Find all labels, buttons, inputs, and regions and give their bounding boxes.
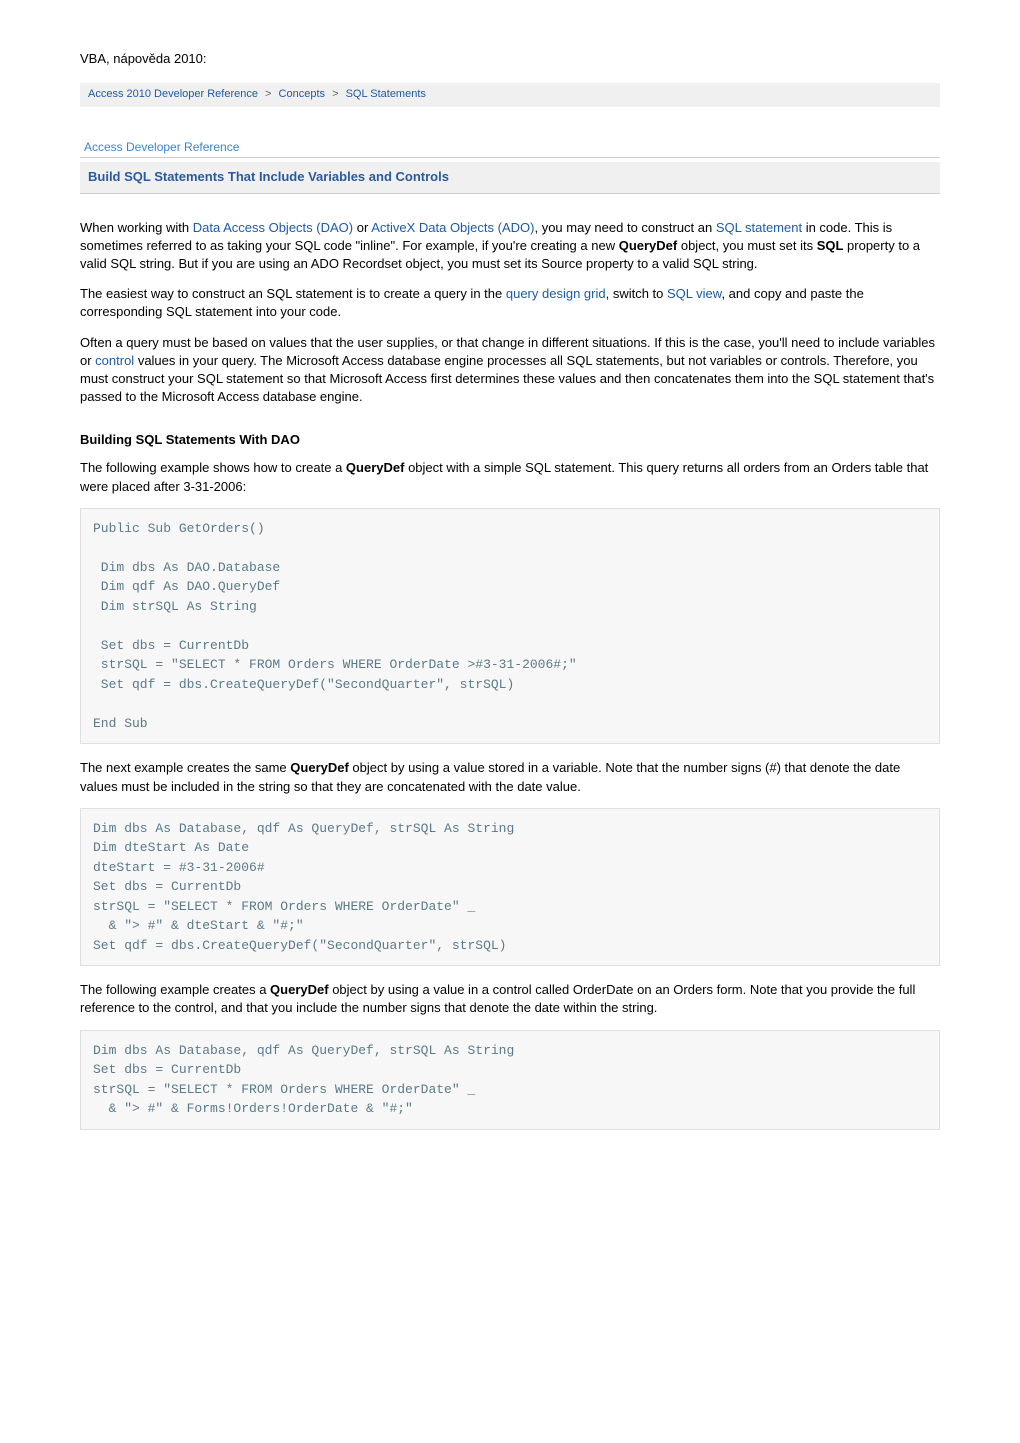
breadcrumb-item-3[interactable]: SQL Statements: [346, 88, 426, 100]
intro-paragraph-3: Often a query must be based on values th…: [80, 334, 940, 407]
text: , switch to: [606, 286, 667, 301]
bold-querydef: QueryDef: [290, 760, 349, 775]
text: The following example creates a: [80, 982, 270, 997]
bold-sql: SQL: [817, 238, 844, 253]
link-control[interactable]: control: [95, 353, 134, 368]
text: object, you must set its: [677, 238, 816, 253]
text: values in your query. The Microsoft Acce…: [80, 353, 934, 404]
code-block-2: Dim dbs As Database, qdf As QueryDef, st…: [80, 808, 940, 967]
section-head-dao: Building SQL Statements With DAO: [80, 431, 940, 449]
text: , you may need to construct an: [534, 220, 715, 235]
breadcrumb-sep: >: [265, 88, 271, 100]
code-block-1: Public Sub GetOrders() Dim dbs As DAO.Da…: [80, 508, 940, 745]
text: The following example shows how to creat…: [80, 460, 346, 475]
bold-querydef: QueryDef: [270, 982, 329, 997]
intro-paragraph-2: The easiest way to construct an SQL stat…: [80, 285, 940, 321]
link-ado[interactable]: ActiveX Data Objects (ADO): [371, 220, 534, 235]
breadcrumb-sep: >: [332, 88, 338, 100]
topic-title: Build SQL Statements That Include Variab…: [88, 169, 449, 184]
text: or: [353, 220, 371, 235]
bold-querydef: QueryDef: [619, 238, 678, 253]
text: When working with: [80, 220, 193, 235]
breadcrumb-item-1[interactable]: Access 2010 Developer Reference: [88, 88, 258, 100]
breadcrumb-item-2[interactable]: Concepts: [279, 88, 325, 100]
dao-paragraph-2: The next example creates the same QueryD…: [80, 759, 940, 795]
link-query-grid[interactable]: query design grid: [506, 286, 606, 301]
link-sql-statement[interactable]: SQL statement: [716, 220, 802, 235]
bold-querydef: QueryDef: [346, 460, 405, 475]
text: The next example creates the same: [80, 760, 290, 775]
breadcrumb: Access 2010 Developer Reference > Concep…: [80, 83, 940, 106]
reference-label: Access Developer Reference: [80, 137, 940, 159]
link-dao[interactable]: Data Access Objects (DAO): [193, 220, 353, 235]
intro-paragraph-1: When working with Data Access Objects (D…: [80, 219, 940, 274]
dao-paragraph-1: The following example shows how to creat…: [80, 459, 940, 495]
dao-paragraph-3: The following example creates a QueryDef…: [80, 981, 940, 1017]
link-sql-view[interactable]: SQL view: [667, 286, 721, 301]
page-heading: VBA, nápověda 2010:: [80, 50, 940, 68]
code-block-3: Dim dbs As Database, qdf As QueryDef, st…: [80, 1030, 940, 1130]
topic-title-bar: Build SQL Statements That Include Variab…: [80, 162, 940, 193]
text: The easiest way to construct an SQL stat…: [80, 286, 506, 301]
